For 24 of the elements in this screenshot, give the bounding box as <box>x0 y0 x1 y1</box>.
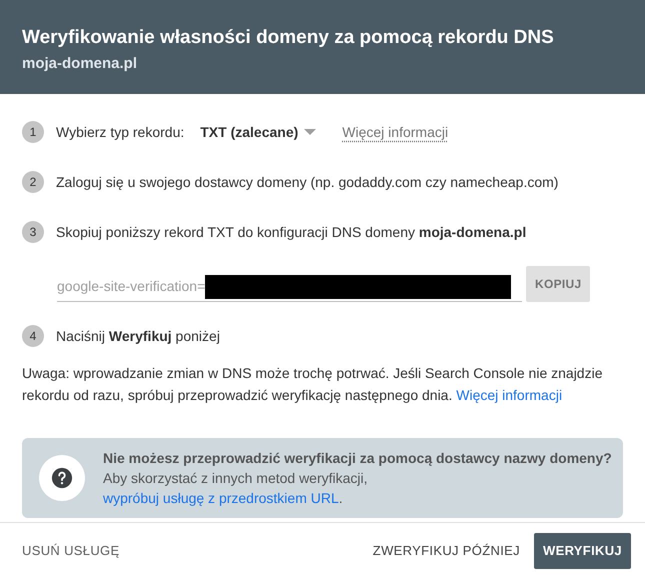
info-link[interactable]: Więcej informacji <box>342 122 448 142</box>
note-text: Uwaga: wprowadzanie zmian w DNS może trochę potrwać. Jeśli Search Console nie znajdzie rekordu od razu, spróbuj przeprowadzić weryfikację następnego dnia. Więcej informacji <box>22 364 604 405</box>
verify-later-button[interactable]: ZWERYFIKUJ PÓŹNIEJ <box>362 532 530 568</box>
info-link[interactable]: Więcej informacji <box>456 387 562 403</box>
info-title: Nie możesz przeprowadzić weryfikacji za pomocą dostawcy nazwy domeny? <box>103 449 612 468</box>
step-text: Naciśnij Weryfikuj poniżej <box>56 326 220 346</box>
dialog-title: Weryfikowanie własności domeny za pomocą rekordu DNS <box>22 26 555 50</box>
record-type-dropdown[interactable]: TXT (zalecane) <box>200 122 316 142</box>
step-number: 1 <box>22 121 44 143</box>
verify-button[interactable]: WERYFIKUJ <box>534 532 631 568</box>
step-text: Skopiuj poniższy rekord TXT do konfiguracji DNS domeny moja-domena.pl <box>56 222 526 242</box>
step-text: Wybierz typ rekordu: <box>56 122 184 142</box>
record-field[interactable]: google-site-verification= <box>57 272 522 302</box>
dialog-subtitle: moja-domena.pl <box>22 54 138 74</box>
copy-button[interactable]: KOPIUJ <box>526 266 590 302</box>
step-number: 3 <box>22 221 44 243</box>
remove-button[interactable]: USUŃ USŁUGĘ <box>14 532 128 568</box>
step-number: 2 <box>22 171 44 193</box>
step-text: Zaloguj się u swojego dostawcy domeny (np. godaddy.com czy namecheap.com) <box>56 172 558 192</box>
help-icon <box>39 455 85 501</box>
info-text: Aby skorzystać z innych metod weryfikacji, wypróbuj usługę z przedrostkiem URL. <box>103 469 369 508</box>
caret-icon <box>304 129 316 135</box>
url-prefix-link[interactable]: wypróbuj usługę z przedrostkiem URL <box>103 490 339 506</box>
step-number: 4 <box>22 325 44 347</box>
